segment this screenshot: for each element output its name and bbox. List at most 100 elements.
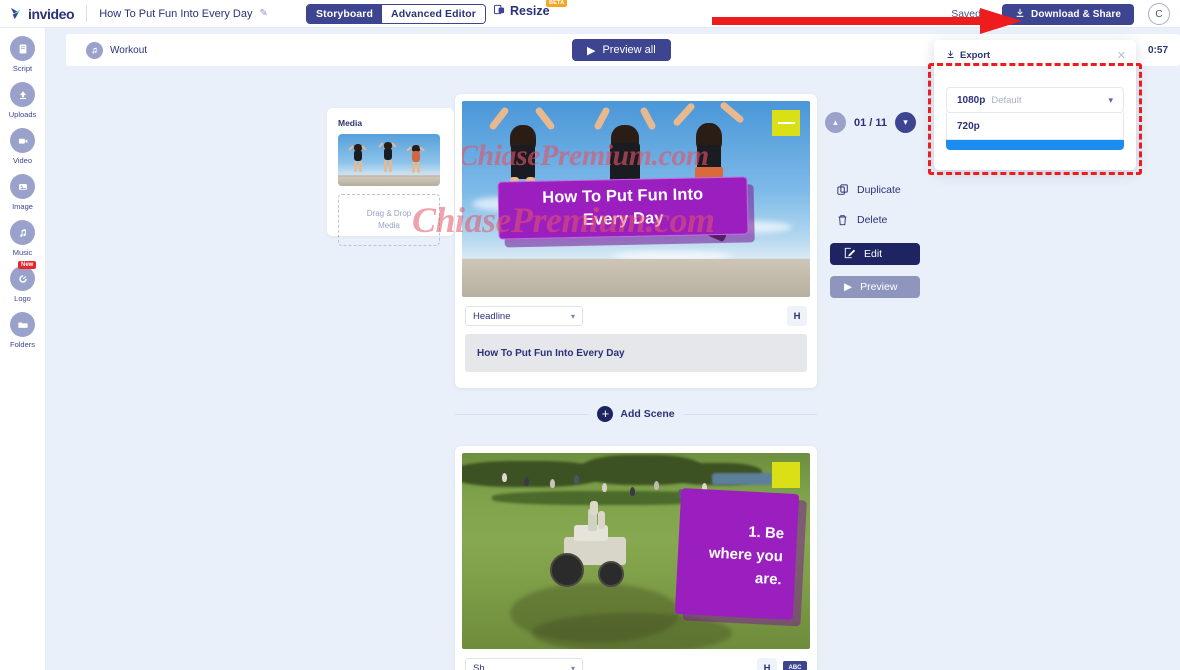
- delete-label: Delete: [857, 214, 888, 226]
- scene-preview-button[interactable]: ▶ Preview: [830, 276, 920, 298]
- avatar[interactable]: C: [1148, 3, 1170, 25]
- layer-select-value: Sh: [473, 662, 485, 670]
- sidebar-item-music[interactable]: Music: [0, 220, 45, 257]
- upload-icon: [10, 82, 35, 107]
- preview-label: Preview: [860, 281, 898, 293]
- scene-card-1[interactable]: ChiasePremium.com How To Put Fun Into Ev…: [455, 94, 817, 388]
- logo-placeholder[interactable]: [772, 110, 800, 136]
- folder-icon: [10, 312, 35, 337]
- media-thumbnail[interactable]: [338, 134, 440, 186]
- sidebar-label: Image: [12, 202, 33, 211]
- scene-2-title-overlay[interactable]: 1. Be where you are.: [674, 487, 800, 621]
- new-badge: New: [18, 261, 37, 269]
- scene-prev-button[interactable]: ▴: [825, 112, 846, 133]
- headline-badge-2[interactable]: H: [757, 658, 777, 670]
- export-quality-select[interactable]: 1080p Default ▾: [946, 87, 1124, 113]
- divider: [86, 5, 88, 22]
- scene-1-title-overlay[interactable]: How To Put Fun Into Every Day: [497, 176, 749, 240]
- download-and-share-button[interactable]: Download & Share: [1002, 4, 1134, 25]
- music-track-name: Workout: [110, 44, 148, 56]
- sidebar-item-script[interactable]: Script: [0, 36, 45, 73]
- play-icon: ▶: [844, 281, 853, 293]
- pencil-icon[interactable]: ✎: [259, 8, 267, 19]
- sidebar-item-uploads[interactable]: Uploads: [0, 82, 45, 119]
- view-mode-toggle: Storyboard Advanced Editor: [306, 4, 486, 24]
- resize-icon: [493, 4, 505, 18]
- scene-card-2[interactable]: 1. Be where you are. Sh ▾ H ABC: [455, 446, 817, 670]
- add-scene-button[interactable]: + Add Scene: [597, 406, 675, 422]
- export-title: Export: [960, 50, 991, 61]
- preview-all-button[interactable]: ▶ Preview all: [572, 39, 671, 61]
- beta-badge: BETA: [546, 0, 568, 7]
- sidebar-label: Uploads: [8, 110, 37, 119]
- sidebar-item-logo[interactable]: New Logo: [0, 261, 45, 303]
- divider-line: [455, 413, 589, 415]
- abc-badge-2[interactable]: ABC: [783, 661, 807, 670]
- resize-label: Resize: [510, 4, 550, 18]
- scene-next-button[interactable]: ▾: [895, 112, 917, 133]
- scene-1-controls: Headline ▾ H: [462, 306, 810, 326]
- download-label: Download & Share: [1031, 9, 1121, 20]
- music-note-icon: [10, 220, 35, 245]
- pencil-square-icon: [844, 247, 856, 262]
- tab-advanced-editor[interactable]: Advanced Editor: [382, 5, 485, 23]
- overlay-line-1: How To Put Fun Into: [542, 185, 704, 207]
- headline-badge-1[interactable]: H: [787, 306, 807, 326]
- brand-name: invideo: [28, 5, 75, 22]
- edit-button[interactable]: Edit: [830, 243, 920, 265]
- sidebar-label: Music: [12, 248, 33, 257]
- tab-storyboard[interactable]: Storyboard: [307, 5, 383, 23]
- resize-button[interactable]: Resize: [493, 4, 550, 18]
- sidebar-label: Video: [12, 156, 33, 165]
- music-track-chip[interactable]: Workout: [86, 41, 148, 59]
- layer-select-2[interactable]: Sh ▾: [465, 658, 583, 670]
- script-icon: [10, 36, 35, 61]
- download-icon: [946, 50, 955, 62]
- project-title: How To Put Fun Into Every Day: [99, 7, 253, 20]
- overlay-line-1: 1. Be: [747, 523, 785, 542]
- layer-select-1[interactable]: Headline ▾: [465, 306, 583, 326]
- saved-status: Saved: [951, 8, 981, 20]
- media-dropzone[interactable]: Drag & Drop Media: [338, 194, 440, 246]
- music-note-icon: [86, 41, 103, 59]
- sidebar-item-folders[interactable]: Folders: [0, 312, 45, 349]
- chevron-down-icon: ▾: [903, 117, 908, 127]
- quality-value: 1080p: [957, 94, 986, 106]
- sidebar-label: Script: [12, 64, 33, 73]
- sidebar-label: Logo: [14, 294, 31, 303]
- overlay-line-3: are.: [754, 569, 783, 588]
- add-scene-divider: + Add Scene: [455, 406, 818, 422]
- chevron-down-icon: ▾: [1108, 94, 1113, 105]
- scene-2-preview[interactable]: 1. Be where you are.: [462, 453, 810, 649]
- divider-line: [683, 413, 818, 415]
- scene-1-preview[interactable]: ChiasePremium.com How To Put Fun Into Ev…: [462, 101, 810, 297]
- export-panel-header: Export ✕: [934, 40, 1136, 62]
- scene-1-text-input[interactable]: How To Put Fun Into Every Day: [465, 334, 807, 372]
- scene-2-controls: Sh ▾ H ABC: [462, 658, 810, 670]
- overlay-line-2: where you: [708, 544, 784, 565]
- media-panel: Media Drag & Drop Media: [327, 108, 454, 246]
- add-scene-label: Add Scene: [620, 408, 675, 420]
- export-cta-button[interactable]: [946, 140, 1124, 150]
- close-icon[interactable]: ✕: [1117, 49, 1126, 62]
- delete-button[interactable]: Delete: [836, 214, 887, 226]
- scene-1-ground: [462, 259, 810, 297]
- logo-icon: [10, 266, 35, 291]
- brand-logo[interactable]: invideo: [0, 5, 75, 22]
- play-icon: ▶: [587, 44, 596, 57]
- scene-nav: ▴ 01 / 11 ▾: [825, 112, 917, 133]
- dropzone-line-2: Media: [378, 221, 400, 230]
- dropzone-line-1: Drag & Drop: [366, 209, 412, 218]
- duplicate-button[interactable]: Duplicate: [836, 184, 901, 196]
- plus-icon: +: [597, 406, 614, 422]
- top-bar: invideo How To Put Fun Into Every Day ✎ …: [0, 0, 1180, 28]
- video-camera-icon: [10, 128, 35, 153]
- export-quality-option-720p[interactable]: 720p: [946, 113, 1124, 140]
- sidebar-item-image[interactable]: Image: [0, 174, 45, 211]
- preview-all-label: Preview all: [602, 44, 656, 56]
- export-panel: Export ✕ 1080p Default ▾ 720p: [934, 40, 1136, 170]
- scene-counter: 01 / 11: [854, 116, 888, 129]
- logo-placeholder[interactable]: [772, 462, 800, 488]
- sidebar-item-video[interactable]: Video: [0, 128, 45, 165]
- layer-select-value: Headline: [473, 310, 511, 322]
